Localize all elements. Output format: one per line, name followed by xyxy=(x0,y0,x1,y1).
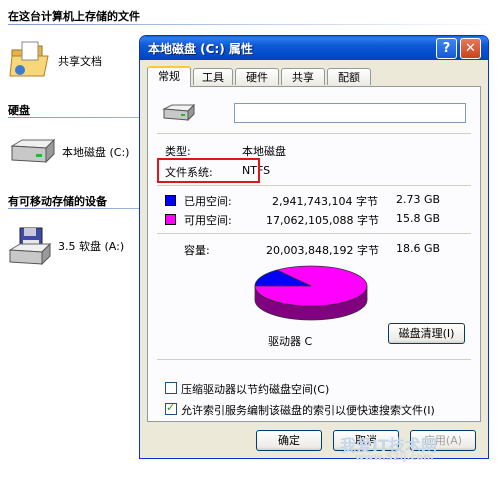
free-space-size: 15.8 GB xyxy=(396,212,441,225)
hard-drive-icon xyxy=(10,138,56,164)
capacity-label: 容量: xyxy=(184,244,210,257)
ok-button[interactable]: 确定 xyxy=(256,430,322,451)
free-space-bytes: 17,062,105,088 字节 xyxy=(266,214,379,227)
used-space-bytes: 2,941,743,104 字节 xyxy=(272,195,378,208)
floppy-drive-item[interactable]: 3.5 软盘 (A:) xyxy=(8,226,124,266)
hard-disk-section-title: 硬盘 xyxy=(8,104,30,117)
tab-tools[interactable]: 工具 xyxy=(193,68,233,85)
help-button[interactable]: ? xyxy=(436,38,457,59)
shared-documents-label: 共享文档 xyxy=(58,55,102,68)
removable-section-title: 有可移动存储的设备 xyxy=(8,195,107,208)
divider xyxy=(157,359,471,360)
disk-cleanup-button[interactable]: 磁盘清理(I) xyxy=(388,323,465,344)
dialog-titlebar[interactable]: 本地磁盘 (C:) 属性 ? ✕ xyxy=(140,36,488,60)
divider xyxy=(157,185,471,186)
dialog-title: 本地磁盘 (C:) 属性 xyxy=(148,42,253,56)
floppy-drive-icon xyxy=(8,227,52,266)
free-space-label: 可用空间: xyxy=(184,214,232,227)
tab-general[interactable]: 常规 xyxy=(147,66,191,87)
explorer-header-divider xyxy=(8,24,499,25)
capacity-bytes: 20,003,848,192 字节 xyxy=(266,244,379,257)
free-space-swatch xyxy=(165,214,176,225)
folder-icon xyxy=(9,41,49,77)
compress-checkbox[interactable] xyxy=(165,382,177,394)
divider xyxy=(157,133,471,134)
capacity-size: 18.6 GB xyxy=(396,242,441,255)
type-value: 本地磁盘 xyxy=(242,145,286,158)
used-space-label: 已用空间: xyxy=(184,195,232,208)
divider xyxy=(157,233,471,234)
floppy-drive-label: 3.5 软盘 (A:) xyxy=(58,240,125,253)
used-space-swatch xyxy=(165,195,176,206)
explorer-header: 在这台计算机上存储的文件 xyxy=(8,10,140,23)
drive-icon xyxy=(162,103,196,122)
disk-properties-dialog: 本地磁盘 (C:) 属性 ? ✕ 常规 工具 硬件 共享 配额 类型: 本地磁盘… xyxy=(139,35,489,459)
shared-documents-item[interactable]: 共享文档 xyxy=(8,40,102,82)
index-checkbox-label[interactable]: 允许索引服务编制该磁盘的索引以便快速搜索文件(I) xyxy=(181,402,435,418)
type-label: 类型: xyxy=(165,145,191,158)
close-button[interactable]: ✕ xyxy=(460,38,481,59)
local-disk-item[interactable]: 本地磁盘 (C:) xyxy=(8,138,129,166)
watermark-url: www.52ij.com xyxy=(355,452,434,463)
drive-label: 驱动器 C xyxy=(268,335,313,348)
general-tab-panel: 类型: 本地磁盘 文件系统: NTFS 已用空间: 2,941,743,104 … xyxy=(147,86,481,422)
local-disk-label: 本地磁盘 (C:) xyxy=(62,146,130,159)
volume-label-input[interactable] xyxy=(234,103,466,123)
used-space-size: 2.73 GB xyxy=(396,193,441,206)
disk-usage-pie xyxy=(254,265,368,321)
index-checkbox[interactable] xyxy=(165,401,177,415)
tab-quota[interactable]: 配额 xyxy=(327,68,371,85)
tab-hardware[interactable]: 硬件 xyxy=(235,68,279,85)
tab-sharing[interactable]: 共享 xyxy=(281,68,325,85)
filesystem-highlight-box xyxy=(157,158,260,183)
compress-checkbox-label[interactable]: 压缩驱动器以节约磁盘空间(C) xyxy=(181,381,329,397)
